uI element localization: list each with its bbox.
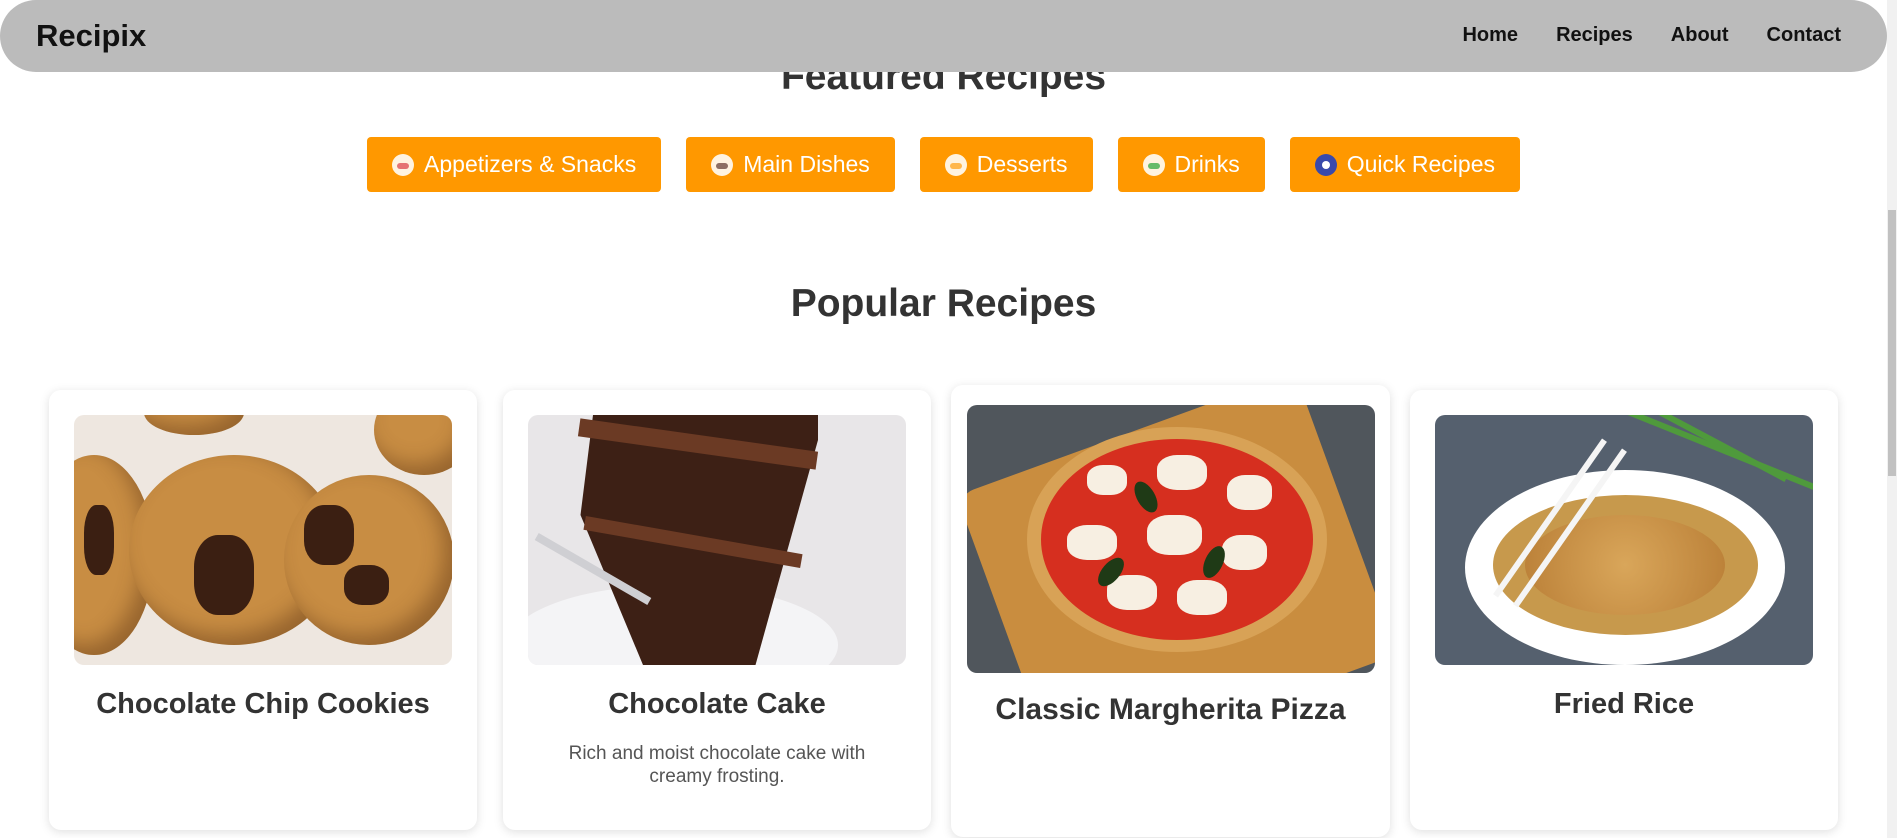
nav-recipes[interactable]: Recipes bbox=[1556, 24, 1633, 47]
cookies-image bbox=[74, 415, 452, 665]
recipe-title: Classic Margherita Pizza bbox=[995, 693, 1346, 726]
recipe-title: Chocolate Chip Cookies bbox=[96, 688, 430, 720]
scrollbar-thumb[interactable] bbox=[1888, 210, 1896, 476]
cake-slice-icon bbox=[944, 153, 967, 176]
category-quick-recipes-button[interactable]: Quick Recipes bbox=[1289, 137, 1520, 192]
fried-rice-image bbox=[1435, 415, 1813, 665]
popular-title: Popular Recipes bbox=[790, 282, 1097, 325]
category-label: Appetizers & Snacks bbox=[424, 151, 637, 177]
margherita-pizza-image bbox=[967, 405, 1375, 673]
recipe-card-cookies[interactable]: Chocolate Chip Cookies bbox=[49, 390, 477, 830]
category-main-dishes-button[interactable]: Main Dishes bbox=[686, 137, 895, 192]
category-appetizers-button[interactable]: Appetizers & Snacks bbox=[367, 137, 662, 192]
stopwatch-icon bbox=[1314, 153, 1337, 176]
nav-links: Home Recipes About Contact bbox=[1462, 24, 1841, 47]
recipe-description: Rich and moist chocolate cake with cream… bbox=[568, 743, 866, 787]
category-label: Quick Recipes bbox=[1346, 151, 1495, 177]
category-drinks-button[interactable]: Drinks bbox=[1117, 137, 1265, 192]
recipe-card-fried-rice[interactable]: Fried Rice bbox=[1410, 390, 1838, 830]
category-label: Desserts bbox=[976, 151, 1068, 177]
category-desserts-button[interactable]: Desserts bbox=[919, 137, 1093, 192]
category-buttons: Appetizers & Snacks Main Dishes Desserts… bbox=[0, 137, 1887, 192]
recipe-card-chocolate-cake[interactable]: Chocolate Cake Rich and moist chocolate … bbox=[503, 390, 931, 830]
cocktail-icon bbox=[1142, 153, 1165, 176]
appetizer-icon bbox=[392, 153, 415, 176]
recipe-card-margherita-pizza[interactable]: Classic Margherita Pizza bbox=[951, 385, 1390, 837]
recipe-title: Chocolate Cake bbox=[608, 688, 826, 720]
category-label: Drinks bbox=[1174, 151, 1240, 177]
category-label: Main Dishes bbox=[743, 151, 870, 177]
nav-home[interactable]: Home bbox=[1462, 24, 1518, 47]
main-dish-icon bbox=[711, 153, 734, 176]
recipe-title: Fried Rice bbox=[1553, 688, 1695, 720]
nav-about[interactable]: About bbox=[1671, 24, 1729, 47]
brand-logo[interactable]: Recipix bbox=[36, 18, 146, 54]
page-scrollbar[interactable] bbox=[1887, 0, 1897, 838]
chocolate-cake-image bbox=[528, 415, 906, 665]
top-navbar: Recipix Home Recipes About Contact bbox=[0, 0, 1887, 72]
nav-contact[interactable]: Contact bbox=[1767, 24, 1841, 47]
